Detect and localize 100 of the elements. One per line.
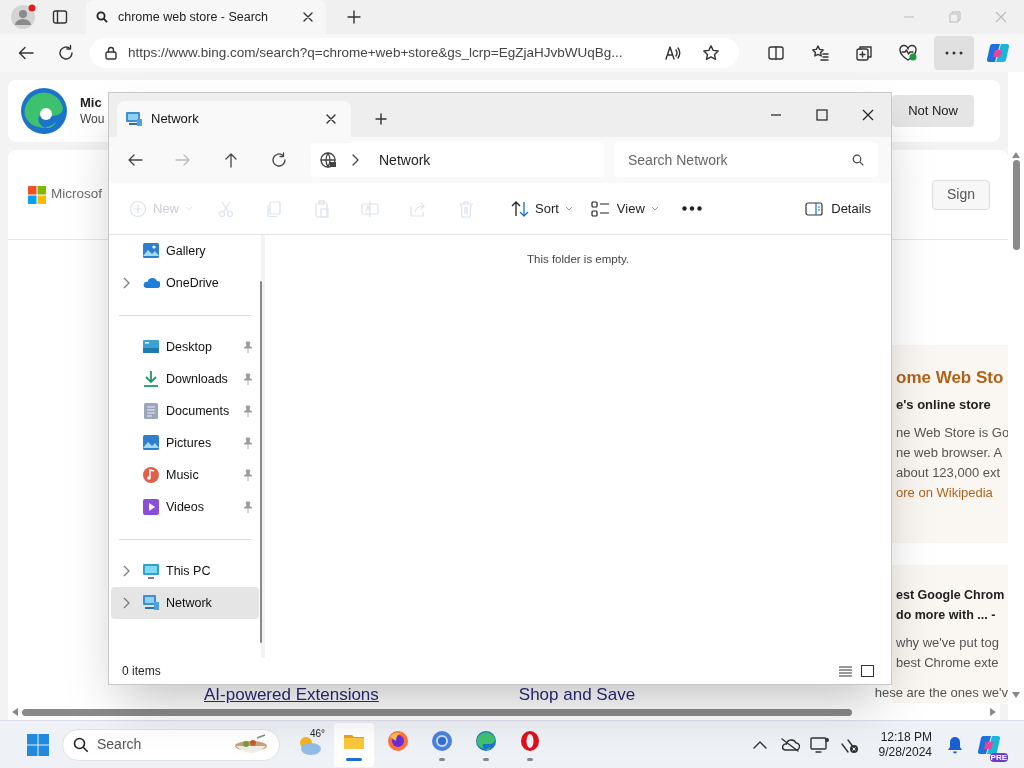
- pin-icon: [243, 373, 253, 385]
- card-text: hese are the ones we'v: [874, 683, 1008, 702]
- search-field[interactable]: Search Network: [614, 143, 878, 177]
- collections-icon: [855, 44, 874, 62]
- windows-start-icon: [27, 733, 49, 756]
- chevron-down-icon: [185, 205, 193, 212]
- horizontal-scrollbar[interactable]: [22, 708, 852, 716]
- banner-subtitle: Wou: [80, 111, 105, 127]
- card-text: about 123,000 ext: [896, 463, 1002, 482]
- clipboard-icon: [313, 199, 331, 218]
- nav-item[interactable]: Network: [111, 587, 259, 619]
- copy-icon: [265, 199, 283, 218]
- card-title: do more with ... -: [896, 606, 997, 624]
- nav-item[interactable]: Music: [111, 459, 259, 491]
- details-button[interactable]: Details: [801, 190, 875, 227]
- scroll-down-icon: [1012, 692, 1020, 698]
- sidebar-scrollbar[interactable]: [260, 281, 262, 643]
- gallery-icon: [142, 242, 160, 260]
- temperature: 46°: [310, 726, 326, 741]
- nav-item[interactable]: This PC: [111, 555, 259, 587]
- plus-icon: [347, 10, 361, 24]
- card-title: ome Web Sto: [896, 367, 1005, 389]
- search-icon: [852, 154, 864, 166]
- refresh-icon: [271, 152, 287, 168]
- tab-actions-icon[interactable]: [52, 9, 68, 25]
- nav-item[interactable]: Pictures: [111, 427, 259, 459]
- heart-pulse-icon: [898, 44, 919, 62]
- windows-logo-icon: [28, 185, 46, 204]
- tab-title: chrome web store - Search: [118, 8, 270, 26]
- globe-icon: [319, 151, 337, 169]
- empty-folder-message: This folder is empty.: [526, 252, 629, 267]
- nav-item[interactable]: OneDrive: [111, 267, 259, 299]
- card-text: why we've put tog: [896, 633, 1000, 652]
- more-icon: [945, 51, 964, 55]
- sort-button[interactable]: Sort: [507, 190, 577, 227]
- bell-icon: [947, 735, 963, 754]
- restore-icon: [949, 11, 961, 23]
- monitor-icon: [809, 735, 830, 754]
- scroll-left-icon: [12, 708, 18, 716]
- close-icon: [302, 11, 314, 23]
- browser-tab[interactable]: chrome web store - Search: [86, 0, 326, 34]
- close-icon: [326, 114, 336, 124]
- profile-icon[interactable]: [10, 4, 36, 30]
- nav-item[interactable]: Gallery: [111, 235, 259, 267]
- search-icon: [96, 11, 108, 23]
- edge-icon: [474, 728, 498, 753]
- weather-widget[interactable]: 46°: [296, 724, 326, 765]
- monitor-icon: [142, 562, 160, 580]
- url-text: https://www.bing.com/search?q=chrome+web+store&gs_lcrp=EgZjaHJvbWUqBg...: [128, 43, 624, 62]
- chevron-right-icon[interactable]: [122, 277, 130, 289]
- tab-title: Network: [151, 110, 200, 129]
- list-view-icon: [838, 665, 852, 677]
- address-field[interactable]: Network: [311, 143, 604, 177]
- link[interactable]: Shop and Save: [518, 686, 636, 704]
- banner-title: Mic: [80, 95, 103, 112]
- link[interactable]: AI-powered Extensions: [204, 686, 379, 704]
- nav-item[interactable]: Downloads: [111, 363, 259, 395]
- star-icon: [701, 44, 720, 62]
- chevron-right-icon: [351, 154, 359, 166]
- trash-icon: [457, 199, 475, 218]
- taskbar-search-field[interactable]: Search: [62, 728, 280, 761]
- scissors-icon: [217, 199, 235, 218]
- opera-icon: [518, 728, 542, 753]
- firefox-icon: [386, 728, 410, 753]
- chevron-up-icon: [752, 739, 767, 750]
- item-count: 0 items: [122, 663, 162, 680]
- lock-icon: [104, 46, 118, 60]
- vertical-scrollbar[interactable]: [1012, 160, 1020, 250]
- back-arrow-icon: [127, 152, 143, 168]
- food-bowl-icon: [233, 733, 269, 756]
- chevron-right-icon[interactable]: [122, 565, 130, 577]
- download-arrow-icon: [142, 370, 160, 388]
- maximize-icon: [816, 109, 828, 121]
- refresh-icon: [57, 44, 75, 62]
- plus-circle-icon: [129, 199, 147, 218]
- nav-item[interactable]: Documents: [111, 395, 259, 427]
- taskbar-app[interactable]: [334, 722, 374, 767]
- explorer-tab[interactable]: Network: [117, 101, 351, 137]
- view-button[interactable]: View: [586, 190, 663, 227]
- clock[interactable]: 12:18 PM 9/28/2024: [878, 729, 932, 760]
- plus-icon: [375, 113, 387, 125]
- document-icon: [142, 402, 160, 420]
- scroll-up-icon: [1012, 152, 1020, 158]
- chevron-right-icon[interactable]: [122, 597, 130, 609]
- chrome-icon: [430, 728, 454, 753]
- network-folder-icon: [125, 111, 143, 127]
- sign-in-button[interactable]: Sign: [931, 179, 990, 210]
- nav-item[interactable]: Desktop: [111, 331, 259, 363]
- path-segment[interactable]: Network: [379, 149, 431, 171]
- preview-badge: PRE: [989, 752, 1008, 762]
- pin-icon: [243, 469, 253, 481]
- forward-arrow-icon: [175, 152, 191, 168]
- search-icon: [73, 736, 89, 753]
- wikipedia-link[interactable]: ore on Wikipedia: [896, 482, 1008, 503]
- not-now-button[interactable]: Not Now: [892, 95, 974, 127]
- edge-logo-icon: [20, 87, 68, 135]
- sort-icon: [511, 199, 529, 218]
- nav-item[interactable]: Videos: [111, 491, 259, 523]
- address-bar[interactable]: https://www.bing.com/search?q=chrome+web+store&gs_lcrp=EgZjaHJvbWUqBg...: [90, 38, 739, 68]
- card-text: ne web browser. A: [896, 443, 1004, 462]
